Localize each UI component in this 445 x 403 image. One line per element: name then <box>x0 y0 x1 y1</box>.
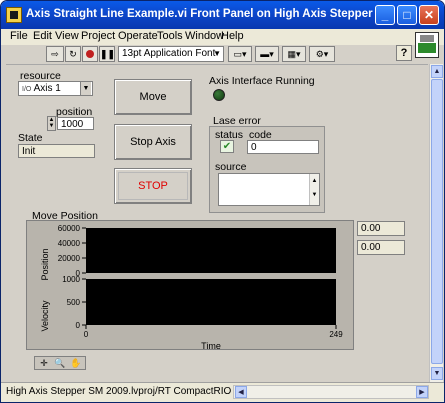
move-button[interactable]: Move <box>114 79 192 115</box>
window-title: Axis Straight Line Example.vi Front Pane… <box>26 8 378 20</box>
y-tick-label: 20000 <box>58 254 81 263</box>
title-bar[interactable]: Axis Straight Line Example.vi Front Pane… <box>1 1 444 29</box>
velocity-readout: 0.00 <box>357 240 405 255</box>
resource-value: Axis 1 <box>33 83 61 94</box>
axis-interface-running-label: Axis Interface Running <box>209 75 315 87</box>
vi-icon-screen <box>420 35 434 42</box>
menu-help[interactable]: Help <box>221 30 244 42</box>
y-tick-label: 500 <box>67 298 81 307</box>
vi-connector-icon <box>415 32 439 58</box>
vertical-scrollbar[interactable]: ▲ ▼ <box>429 64 443 382</box>
position-readout: 0.00 <box>357 221 405 236</box>
x-tick-label: 0 <box>84 330 89 339</box>
crosshair-cursor-icon[interactable]: ✛ <box>37 358 51 369</box>
position-plot-area <box>86 228 336 273</box>
x-tick-label: 249 <box>329 330 343 339</box>
y-tick-label: 60000 <box>58 224 81 233</box>
y-tick-label: 1000 <box>62 275 80 284</box>
resize-objects-icon[interactable]: ▦▾ <box>282 46 306 62</box>
position-increment-icon[interactable]: ▲ ▼ <box>47 116 56 131</box>
menu-operate[interactable]: Operate <box>118 30 158 42</box>
font-select[interactable]: 13pt Application Font ▼ <box>118 46 224 62</box>
y-tick-label: 0 <box>76 321 81 330</box>
maximize-button[interactable]: □ <box>397 5 417 25</box>
x-axis-label: Time <box>201 341 221 351</box>
stop-axis-button[interactable]: Stop Axis <box>114 124 192 160</box>
context-help-button[interactable]: ? <box>396 45 412 61</box>
chevron-down-icon: ▼ <box>213 49 221 58</box>
y-tick-label: 40000 <box>58 239 81 248</box>
state-label: State <box>18 132 43 144</box>
menu-project[interactable]: Project <box>81 30 115 42</box>
chart-svg: 60000 40000 20000 0 Position 1000 500 0 Velocity… <box>40 224 343 351</box>
pause-icon[interactable]: ❚❚ <box>99 46 115 62</box>
source-field[interactable]: ▲ ▼ <box>218 173 320 206</box>
toolbar: ⇨ ↻ ❚❚ 13pt Application Font ▼ ▭▾ ▬▾ ▦▾ … <box>1 45 444 63</box>
align-objects-icon[interactable]: ▭▾ <box>228 46 252 62</box>
horizontal-scrollbar[interactable]: ◀ ▶ <box>233 385 429 399</box>
scroll-left-icon[interactable]: ◀ <box>235 386 247 398</box>
graph-palette: ✛ 🔍 ✋ <box>34 356 86 370</box>
resource-select[interactable]: I/O Axis 1 ▼ <box>18 81 93 96</box>
chevron-down-icon[interactable]: ▼ <box>80 82 91 95</box>
position-input[interactable]: 1000 <box>57 117 94 130</box>
target-status-text: High Axis Stepper SM 2009.lvproj/RT Comp… <box>6 386 262 397</box>
menu-tools[interactable]: Tools <box>157 30 183 42</box>
run-icon[interactable]: ⇨ <box>46 46 64 62</box>
menu-view[interactable]: View <box>55 30 79 42</box>
menu-window[interactable]: Window <box>185 30 224 42</box>
scroll-down-icon[interactable]: ▼ <box>431 367 443 380</box>
minimize-button[interactable]: _ <box>375 5 395 25</box>
axis-running-led <box>213 89 225 101</box>
vi-icon-board <box>418 43 436 53</box>
run-continuously-icon[interactable]: ↻ <box>65 46 81 62</box>
menu-edit[interactable]: Edit <box>33 30 52 42</box>
scroll-thumb[interactable] <box>431 79 443 364</box>
stop-button[interactable]: STOP <box>114 168 192 204</box>
status-check-icon: ✔ <box>220 140 234 153</box>
menu-bar: File Edit View Project Operate Tools Win… <box>1 29 444 45</box>
scroll-right-icon[interactable]: ▶ <box>416 386 428 398</box>
velocity-plot-area <box>86 279 336 325</box>
font-select-value: 13pt Application Font <box>122 48 216 59</box>
reorder-icon[interactable]: ⚙▾ <box>309 46 335 62</box>
hand-pan-icon[interactable]: ✋ <box>69 358 83 369</box>
labview-app-icon <box>6 7 22 23</box>
io-name-icon: I/O <box>22 86 32 93</box>
close-button[interactable]: ✕ <box>419 5 439 25</box>
labview-front-panel-window: Axis Straight Line Example.vi Front Pane… <box>0 0 445 403</box>
error-cluster: status ✔ code 0 source ▲ ▼ <box>209 126 325 213</box>
scroll-up-icon[interactable]: ▲ <box>431 65 443 78</box>
abort-icon[interactable] <box>82 46 98 62</box>
code-field[interactable]: 0 <box>247 140 319 154</box>
zoom-icon[interactable]: 🔍 <box>53 358 67 369</box>
menu-file[interactable]: File <box>10 30 28 42</box>
y-axis-label: Position <box>40 248 50 280</box>
state-indicator: Init <box>18 144 95 158</box>
source-label: source <box>215 161 247 173</box>
y-axis-label: Velocity <box>40 300 50 332</box>
source-scrollbar[interactable]: ▲ ▼ <box>309 174 319 205</box>
distribute-objects-icon[interactable]: ▬▾ <box>255 46 279 62</box>
